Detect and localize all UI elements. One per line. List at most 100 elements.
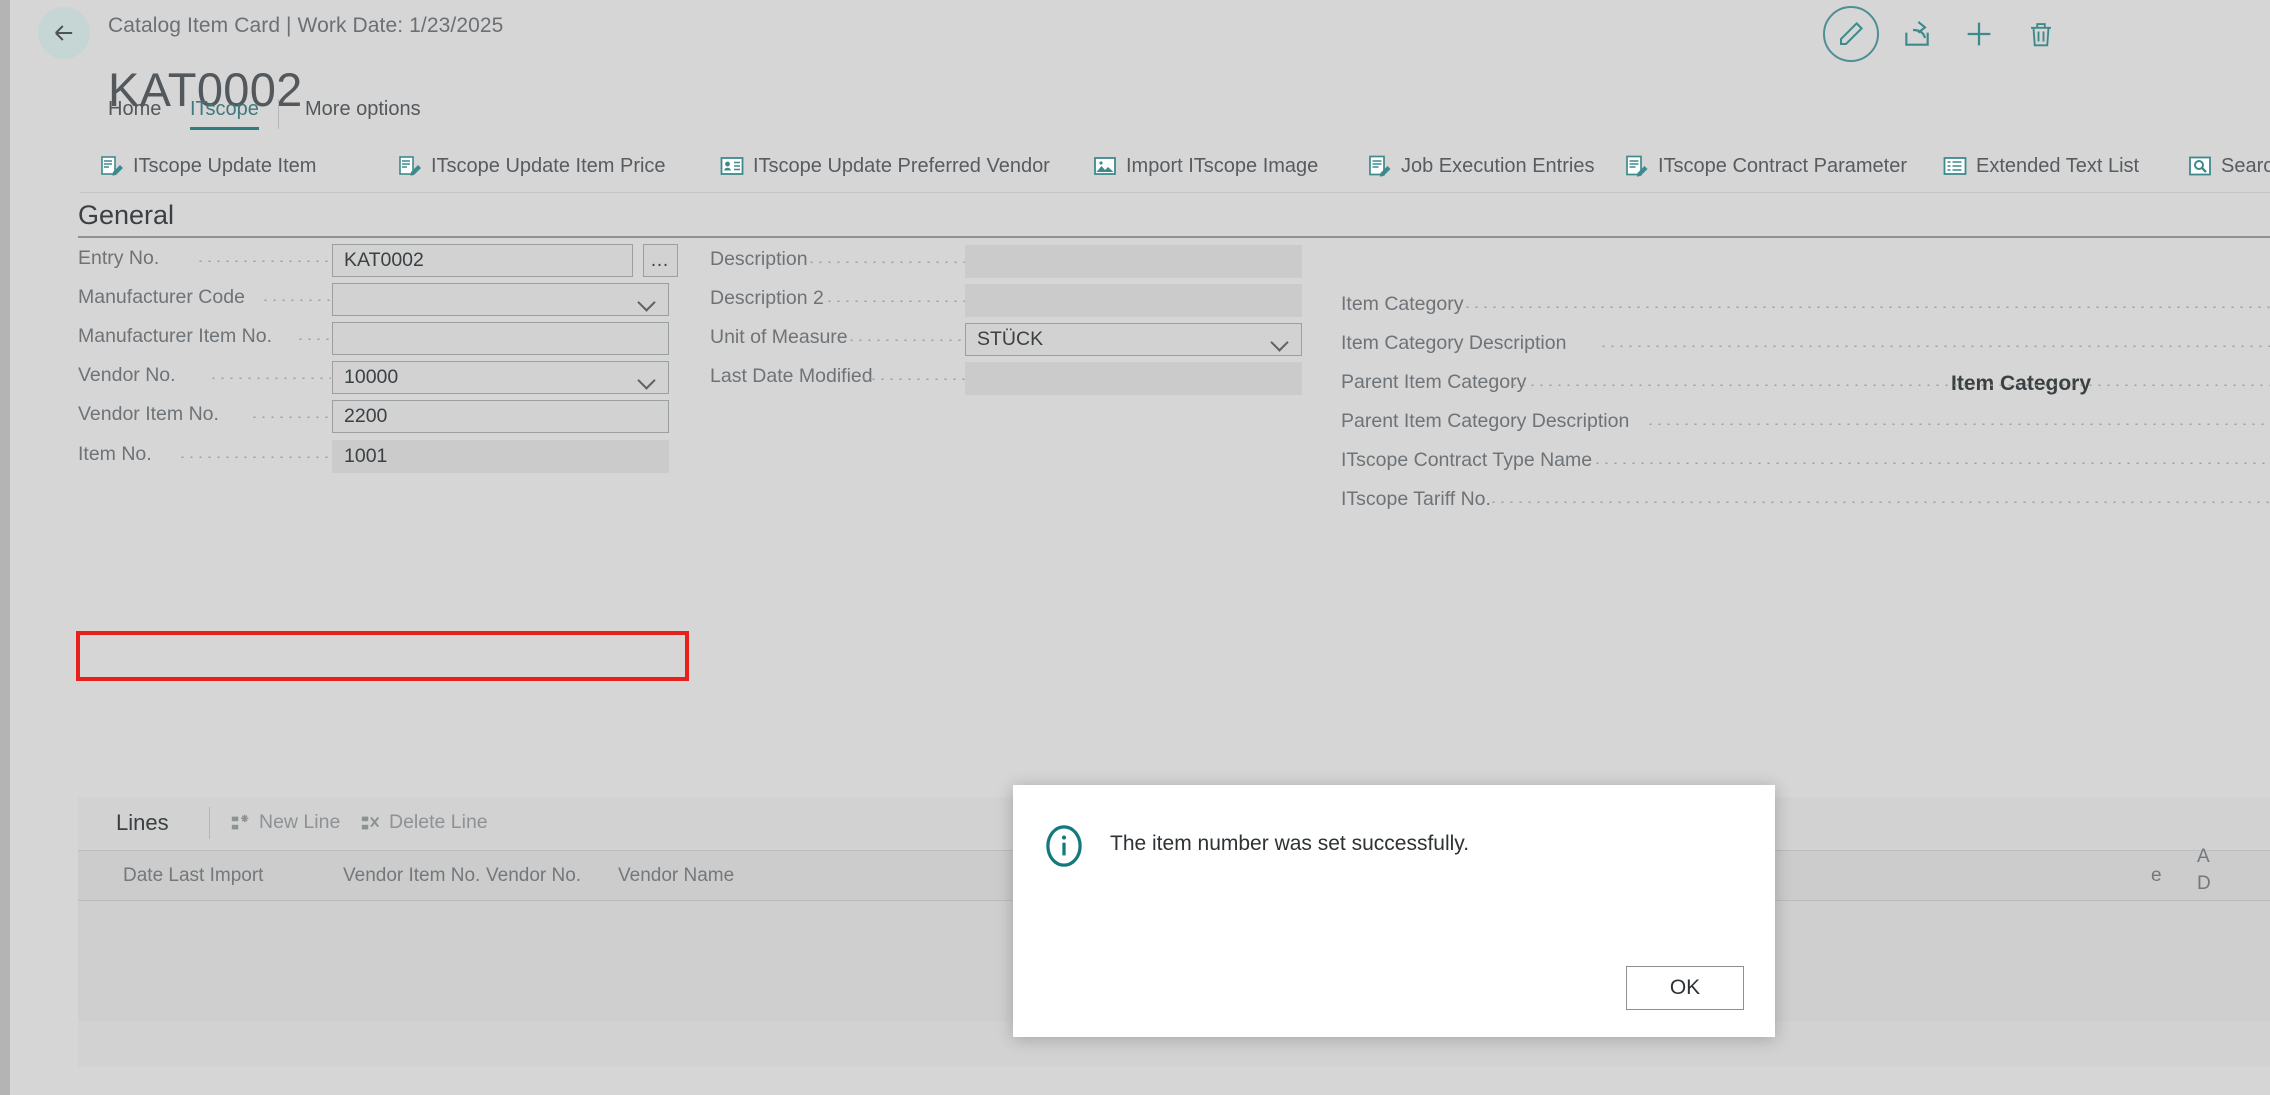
new-button[interactable] bbox=[1948, 3, 2010, 65]
ribbon-import-itscope-image[interactable]: Import ITscope Image bbox=[1093, 142, 1318, 190]
ribbon-extended-text-list[interactable]: Extended Text List bbox=[1943, 142, 2139, 190]
top-actions bbox=[1823, 3, 2072, 65]
last-date-modified-value[interactable] bbox=[965, 362, 1302, 395]
description-2-value[interactable] bbox=[965, 284, 1302, 317]
field-label: Vendor Item No. bbox=[78, 403, 219, 425]
ribbon-label: Search bbox=[2221, 154, 2270, 177]
delete-line-label: Delete Line bbox=[389, 811, 488, 833]
field-label: Item No. bbox=[78, 443, 152, 465]
field-unit-of-measure: Unit of Measure STÜCK bbox=[710, 323, 1310, 356]
field-label: ITscope Contract Type Name bbox=[1341, 449, 1593, 471]
field-item-category: Item Category bbox=[1341, 290, 2270, 323]
ribbon-label: ITscope Contract Parameter bbox=[1658, 154, 1907, 177]
ribbon-itscope-contract-parameter[interactable]: ITscope Contract Parameter bbox=[1625, 142, 1907, 190]
col-date-last-import[interactable]: Date Last Import bbox=[123, 865, 263, 887]
manufacturer-item-no-input[interactable] bbox=[332, 322, 669, 355]
general-section-rule bbox=[78, 236, 2270, 238]
field-entry-no: Entry No. KAT0002 … bbox=[78, 244, 683, 277]
field-label: Description 2 bbox=[710, 287, 824, 309]
ribbon-label: Job Execution Entries bbox=[1401, 154, 1595, 177]
pencil-icon bbox=[1840, 21, 1864, 45]
tab-strip: Home ITscope More options bbox=[10, 98, 2270, 142]
label-dots bbox=[860, 378, 965, 380]
field-item-no: Item No. 1001 bbox=[78, 440, 683, 473]
share-button[interactable] bbox=[1886, 3, 1948, 65]
new-line-button[interactable]: New Line bbox=[230, 811, 340, 834]
update-item-price-icon bbox=[399, 156, 421, 176]
label-dots bbox=[825, 300, 965, 302]
field-manufacturer-item-no: Manufacturer Item No. bbox=[78, 322, 683, 355]
col-vendor-no[interactable]: Vendor No. bbox=[486, 865, 581, 887]
tab-itscope[interactable]: ITscope bbox=[190, 98, 259, 130]
label-dots bbox=[261, 299, 331, 301]
plus-icon bbox=[1967, 22, 1991, 46]
description-value[interactable] bbox=[965, 245, 1302, 278]
back-button[interactable] bbox=[38, 7, 90, 59]
label-dots bbox=[1646, 423, 2270, 425]
field-manufacturer-code: Manufacturer Code bbox=[78, 283, 683, 316]
page-surface: Catalog Item Card | Work Date: 1/23/2025… bbox=[10, 0, 2270, 1095]
new-line-label: New Line bbox=[259, 811, 341, 833]
col-vendor-item-no[interactable]: Vendor Item No. bbox=[343, 865, 480, 887]
trash-icon bbox=[2031, 23, 2051, 47]
field-vendor-no: Vendor No. 10000 bbox=[78, 361, 683, 394]
message-dialog: The item number was set successfully. OK bbox=[1013, 785, 1775, 1037]
contract-parameter-icon bbox=[1626, 155, 1648, 177]
entry-no-input[interactable]: KAT0002 bbox=[332, 244, 633, 277]
label-dots bbox=[296, 338, 331, 340]
field-item-category-description: Item Category Description bbox=[1341, 329, 2270, 362]
share-icon bbox=[1905, 21, 1929, 46]
label-dots bbox=[1599, 345, 2270, 347]
ribbon-itscope-update-item-price[interactable]: ITscope Update Item Price bbox=[398, 142, 666, 190]
entry-no-lookup-button[interactable]: … bbox=[643, 244, 678, 277]
field-label: Unit of Measure bbox=[710, 326, 848, 348]
ribbon-bar: ITscope Update Item ITscope Update Item … bbox=[10, 142, 2270, 192]
ribbon-itscope-update-preferred-vendor[interactable]: ITscope Update Preferred Vendor bbox=[720, 142, 1050, 190]
ribbon-search[interactable]: Search bbox=[2188, 142, 2270, 190]
field-description: Description bbox=[710, 245, 1310, 278]
ribbon-label: ITscope Update Item bbox=[133, 154, 317, 177]
label-dots bbox=[847, 339, 965, 341]
field-label: Parent Item Category bbox=[1341, 371, 1527, 393]
ribbon-job-execution-entries[interactable]: Job Execution Entries bbox=[1368, 142, 1594, 190]
manufacturer-code-dropdown[interactable] bbox=[332, 283, 669, 316]
field-label: Item Category bbox=[1341, 293, 1464, 315]
top-bar: Catalog Item Card | Work Date: 1/23/2025… bbox=[10, 0, 2270, 113]
vendor-no-dropdown[interactable]: 10000 bbox=[332, 361, 669, 394]
field-label: Manufacturer Code bbox=[78, 286, 245, 308]
field-label: Description bbox=[710, 248, 808, 270]
field-vendor-item-no: Vendor Item No. 2200 bbox=[78, 400, 683, 433]
field-label: Entry No. bbox=[78, 247, 160, 269]
delete-line-button[interactable]: Delete Line bbox=[360, 811, 488, 834]
ribbon-itscope-update-item[interactable]: ITscope Update Item bbox=[100, 142, 316, 190]
edit-button[interactable] bbox=[1823, 6, 1879, 62]
col-vendor-name[interactable]: Vendor Name bbox=[618, 865, 734, 887]
label-dots bbox=[178, 456, 331, 458]
tab-more-options[interactable]: More options bbox=[305, 98, 421, 127]
label-dots bbox=[1510, 384, 2270, 386]
dialog-message: The item number was set successfully. bbox=[1110, 832, 1470, 855]
label-dots bbox=[1463, 306, 2270, 308]
tab-home[interactable]: Home bbox=[108, 98, 161, 127]
update-item-icon bbox=[101, 156, 123, 176]
label-dots bbox=[807, 261, 965, 263]
field-itscope-tariff-no: ITscope Tariff No. bbox=[1341, 485, 2270, 518]
dialog-ok-button[interactable]: OK bbox=[1626, 966, 1744, 1010]
field-parent-item-category-description: Parent Item Category Description bbox=[1341, 407, 2270, 440]
vendor-item-no-input[interactable]: 2200 bbox=[332, 400, 669, 433]
col-truncated-a[interactable]: A bbox=[2197, 846, 2210, 868]
item-no-value[interactable]: 1001 bbox=[332, 440, 669, 473]
field-description-2: Description 2 bbox=[710, 284, 1310, 317]
field-label: ITscope Tariff No. bbox=[1341, 488, 1491, 510]
job-execution-icon bbox=[1369, 155, 1391, 177]
ribbon-divider bbox=[80, 192, 2270, 193]
ribbon-label: ITscope Update Item Price bbox=[431, 154, 666, 177]
label-dots bbox=[1489, 501, 2270, 503]
col-truncated-e[interactable]: e bbox=[2151, 865, 2162, 887]
col-truncated-d[interactable]: D bbox=[2197, 873, 2211, 895]
label-dots bbox=[196, 260, 331, 262]
delete-button[interactable] bbox=[2010, 3, 2072, 65]
general-section-heading: General bbox=[78, 200, 175, 230]
ribbon-label: Import ITscope Image bbox=[1126, 154, 1319, 177]
unit-of-measure-dropdown[interactable]: STÜCK bbox=[965, 323, 1302, 356]
